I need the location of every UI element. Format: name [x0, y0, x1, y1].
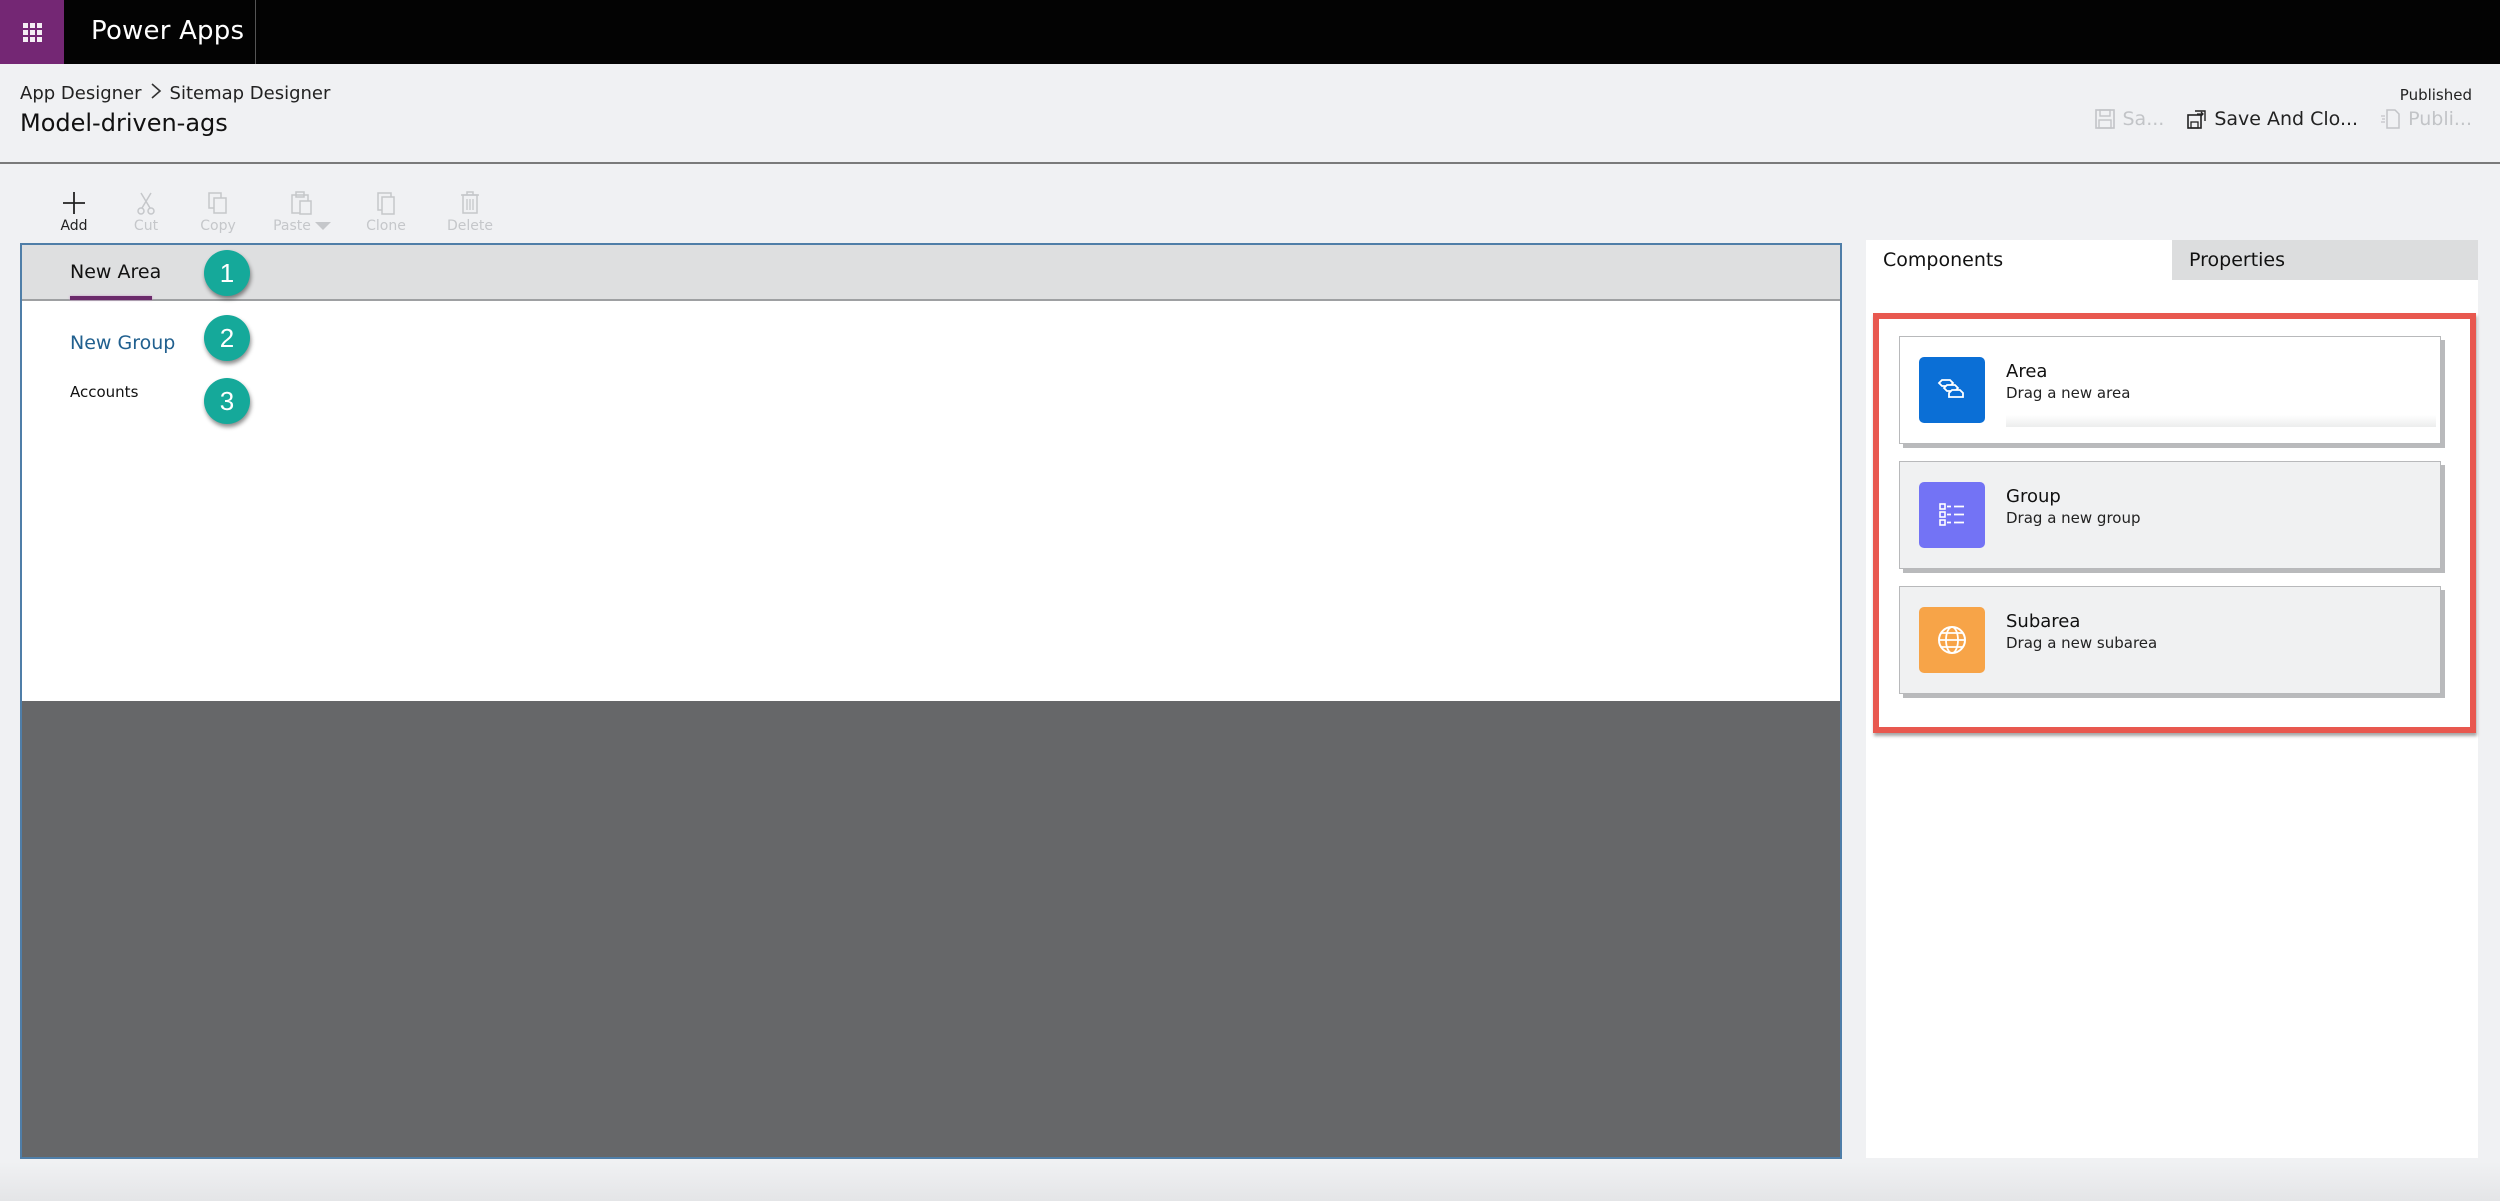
group-new-group[interactable]: New Group	[70, 332, 175, 354]
cut-label: Cut	[133, 218, 159, 234]
tab-components[interactable]: Components	[1866, 240, 2172, 280]
card-fade	[2006, 415, 2436, 427]
add-button[interactable]: Add	[38, 176, 110, 240]
component-subarea-title: Subarea	[2006, 611, 2081, 632]
area-stack-icon	[1919, 357, 1985, 423]
copy-button[interactable]: Copy	[182, 176, 254, 240]
save-and-close-button[interactable]: Save And Clo...	[2186, 108, 2358, 130]
components-highlight-box: Area Drag a new area Group Drag a new gr…	[1873, 313, 2476, 733]
panel-tabs: Components Properties	[1866, 240, 2478, 280]
sitemap-area-container: New Area 1 New Group 2 Accounts 3	[22, 245, 1840, 701]
paste-label: Paste	[273, 218, 311, 234]
component-subarea-description: Drag a new subarea	[2006, 634, 2158, 652]
trash-icon	[461, 191, 479, 214]
save-button[interactable]: Sa...	[2094, 108, 2164, 130]
clone-label: Clone	[366, 218, 406, 234]
cut-button[interactable]: Cut	[110, 176, 182, 240]
paste-icon	[291, 191, 312, 215]
save-and-close-label: Save And Clo...	[2214, 108, 2359, 130]
clone-button[interactable]: Clone	[350, 176, 422, 240]
save-icon	[2095, 109, 2116, 129]
add-label: Add	[60, 218, 88, 234]
app-launcher-button[interactable]	[0, 0, 64, 64]
app-title[interactable]: Power Apps	[91, 16, 244, 46]
active-tab-indicator	[70, 296, 152, 300]
paste-button[interactable]: Paste	[254, 176, 350, 240]
breadcrumb-app-designer[interactable]: App Designer	[20, 83, 142, 104]
delete-button[interactable]: Delete	[434, 176, 506, 240]
top-nav-bar: Power Apps	[0, 0, 2500, 64]
component-group-description: Drag a new group	[2006, 509, 2141, 527]
copy-icon	[208, 192, 227, 214]
page-title: Model-driven-ags	[20, 109, 228, 137]
publish-icon	[2381, 109, 2400, 129]
right-panel: Components Properties Area Drag a new ar…	[1866, 240, 2478, 1158]
component-subarea[interactable]: Subarea Drag a new subarea	[1899, 586, 2441, 694]
subarea-accounts[interactable]: Accounts	[70, 383, 138, 401]
copy-label: Copy	[200, 218, 236, 234]
component-group-title: Group	[2006, 486, 2061, 507]
save-and-close-icon	[2187, 110, 2207, 129]
waffle-grid-icon	[22, 22, 42, 42]
chevron-right-icon	[150, 83, 162, 104]
save-label: Sa...	[2122, 108, 2165, 130]
plus-icon	[63, 192, 85, 214]
page-header: App Designer Sitemap Designer Model-driv…	[0, 64, 2500, 164]
component-area-description: Drag a new area	[2006, 384, 2131, 402]
area-tab-new-area[interactable]: New Area	[70, 261, 161, 283]
tab-properties[interactable]: Properties	[2172, 240, 2478, 280]
command-bar: Sa... Save And Clo... Publi...	[2094, 108, 2472, 130]
clone-icon	[377, 192, 395, 215]
status-badge: Published	[2399, 86, 2472, 104]
component-area-title: Area	[2006, 361, 2048, 382]
publish-label: Publi...	[2408, 108, 2472, 130]
sitemap-toolbar: Add Cut Copy Paste Clone Delete	[0, 166, 1840, 240]
callout-badge-1: 1	[204, 250, 250, 296]
globe-icon	[1919, 607, 1985, 673]
breadcrumb: App Designer Sitemap Designer	[20, 83, 330, 104]
callout-badge-3: 3	[204, 378, 250, 424]
list-icon	[1919, 482, 1985, 548]
scissors-icon	[137, 192, 155, 215]
sitemap-canvas[interactable]: New Area 1 New Group 2 Accounts 3	[20, 243, 1842, 1159]
breadcrumb-sitemap-designer: Sitemap Designer	[169, 83, 331, 104]
chevron-down-icon[interactable]	[314, 222, 331, 230]
bottom-strip	[0, 1162, 2500, 1201]
component-group[interactable]: Group Drag a new group	[1899, 461, 2441, 569]
component-area[interactable]: Area Drag a new area	[1899, 336, 2441, 444]
topbar-divider	[255, 0, 256, 64]
publish-button[interactable]: Publi...	[2380, 108, 2472, 130]
area-tab-bar: New Area 1	[22, 245, 1840, 301]
delete-label: Delete	[447, 218, 493, 234]
callout-badge-2: 2	[204, 315, 250, 361]
